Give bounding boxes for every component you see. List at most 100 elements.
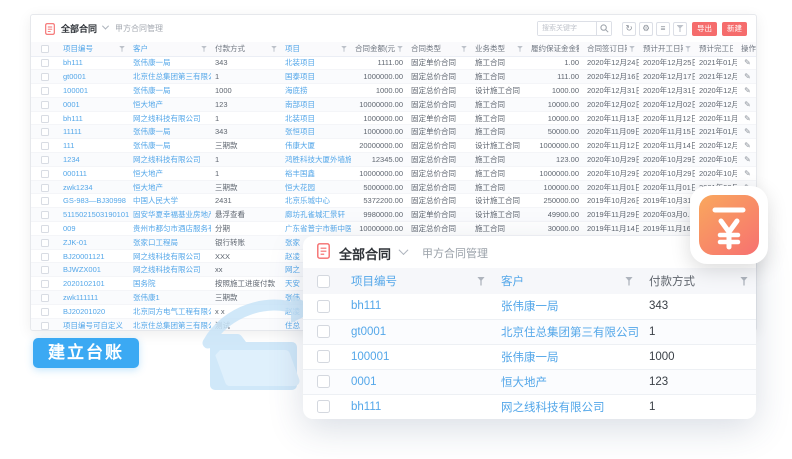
column-header[interactable]: 客户	[501, 273, 625, 289]
table-row[interactable]: 009贵州市都匀市酒店服务有...分期广东省普宁市新中医医院...1000000…	[31, 222, 757, 236]
chevron-down-icon[interactable]	[102, 23, 109, 30]
row-checkbox[interactable]	[41, 239, 49, 247]
row-checkbox[interactable]	[317, 400, 330, 413]
filter-icon[interactable]	[517, 46, 523, 52]
row-checkbox[interactable]	[41, 280, 49, 288]
table-row[interactable]: bh111网之线科技有限公司1	[303, 394, 756, 419]
table-row[interactable]: 0001恒大地产123南部项目10000000.00固定总价合同施工合同1000…	[31, 97, 757, 111]
yen-ledger-icon[interactable]	[699, 195, 759, 255]
chevron-down-icon[interactable]	[399, 245, 409, 255]
table-row[interactable]: 5115021503190101固安华夏幸福基业房地产...悬浮查看廊坊孔雀城汇…	[31, 208, 757, 222]
column-header[interactable]: 合同类型	[411, 43, 459, 54]
row-checkbox[interactable]	[41, 253, 49, 261]
edit-icon[interactable]: ✎	[744, 169, 751, 178]
edit-icon[interactable]: ✎	[744, 58, 751, 67]
edit-icon[interactable]: ✎	[744, 127, 751, 136]
row-checkbox[interactable]	[41, 87, 49, 95]
edit-icon[interactable]: ✎	[744, 141, 751, 150]
table-row[interactable]: 11111张伟康一局343张恒项目1000000.00固定单价合同施工合同500…	[31, 125, 757, 139]
cell: 2019年11月14日	[583, 222, 639, 236]
row-checkbox[interactable]	[41, 308, 49, 316]
row-checkbox[interactable]	[41, 128, 49, 136]
cell: 343	[641, 294, 756, 319]
filter-icon[interactable]	[201, 46, 207, 52]
export-button[interactable]: 导出	[692, 22, 717, 36]
table-row[interactable]: bh111网之线科技有限公司1北装项目1000000.00固定单价合同施工合同1…	[31, 111, 757, 125]
row-checkbox[interactable]	[41, 266, 49, 274]
table-row[interactable]: bh111张伟康一局343	[303, 294, 756, 319]
row-checkbox[interactable]	[41, 294, 49, 302]
column-header[interactable]: 项目	[285, 43, 339, 54]
search-input[interactable]	[538, 22, 596, 35]
row-checkbox[interactable]	[41, 184, 49, 192]
create-button[interactable]: 新建	[722, 22, 747, 36]
column-header[interactable]: 业务类型	[475, 43, 515, 54]
column-header[interactable]: 履约保证金金额(元	[531, 43, 579, 54]
column-header[interactable]: 付款方式	[649, 273, 740, 289]
cell: 2019年10月26日	[583, 194, 639, 208]
table-row[interactable]: 111张伟康一局三期款伟康大厦20000000.00固定总价合同设计施工合同10…	[31, 139, 757, 153]
filter-icon[interactable]	[341, 46, 347, 52]
filter-icon[interactable]	[477, 277, 485, 286]
row-checkbox[interactable]	[41, 211, 49, 219]
cell: 固定总价合同	[407, 222, 471, 236]
column-header[interactable]: 项目编号	[63, 43, 117, 54]
row-checkbox[interactable]	[317, 325, 330, 338]
filter-icon[interactable]	[625, 277, 633, 286]
cell: 5372200.00	[351, 194, 407, 208]
column-header[interactable]: 预计完工日期	[699, 43, 733, 54]
refresh-icon[interactable]: ↻	[622, 22, 636, 36]
list-icon[interactable]: ≡	[656, 22, 670, 36]
filter-icon[interactable]	[673, 22, 687, 36]
table-row[interactable]: 000111恒大地产1裕丰国鑫10000000.00固定总价合同施工合同1000…	[31, 166, 757, 180]
select-all-checkbox[interactable]	[41, 45, 49, 53]
table-row[interactable]: gt0001北京住总集团第三有限公司1	[303, 319, 756, 344]
edit-icon[interactable]: ✎	[744, 72, 751, 81]
table-row[interactable]: gt0001北京住总集团第三有限公司1国泰项目1000000.00固定总价合同施…	[31, 70, 757, 84]
row-checkbox[interactable]	[41, 59, 49, 67]
table-row[interactable]: 100001张伟康一局1000海底捞1000.00固定总价合同设计施工合同100…	[31, 84, 757, 98]
column-header[interactable]: 合同金额(元)	[355, 43, 395, 54]
select-all-checkbox[interactable]	[317, 275, 330, 288]
row-checkbox[interactable]	[41, 322, 49, 330]
table-row[interactable]: zwk1234恒大地产三期款恒大花园5000000.00固定总价合同施工合同10…	[31, 180, 757, 194]
row-checkbox[interactable]	[41, 115, 49, 123]
filter-icon[interactable]	[119, 46, 125, 52]
row-checkbox[interactable]	[41, 170, 49, 178]
row-checkbox[interactable]	[41, 225, 49, 233]
cell: 设计施工合同	[471, 208, 527, 222]
cell: 伟康大厦	[281, 139, 351, 153]
row-checkbox[interactable]	[41, 73, 49, 81]
search-icon[interactable]	[596, 22, 611, 35]
filter-icon[interactable]	[397, 46, 403, 52]
row-checkbox[interactable]	[41, 156, 49, 164]
filter-icon[interactable]	[271, 46, 277, 52]
row-checkbox[interactable]	[41, 142, 49, 150]
row-checkbox[interactable]	[41, 197, 49, 205]
cell: 固定总价合同	[407, 84, 471, 98]
gear-icon[interactable]: ⚙	[639, 22, 653, 36]
table-row[interactable]: GS-983—BJ30998中国人民大学2431北京乐城中心5372200.00…	[31, 194, 757, 208]
column-header[interactable]: 合同签订日期	[587, 43, 627, 54]
column-header[interactable]: 付款方式	[215, 43, 269, 54]
column-header[interactable]: 客户	[133, 43, 199, 54]
edit-icon[interactable]: ✎	[744, 100, 751, 109]
preview-title: 全部合同	[339, 244, 391, 263]
row-checkbox[interactable]	[41, 101, 49, 109]
filter-icon[interactable]	[685, 46, 691, 52]
column-header[interactable]: 预计开工日期	[643, 43, 683, 54]
filter-icon[interactable]	[629, 46, 635, 52]
row-checkbox[interactable]	[317, 375, 330, 388]
table-row[interactable]: 0001恒大地产123	[303, 369, 756, 394]
filter-icon[interactable]	[740, 277, 748, 286]
edit-icon[interactable]: ✎	[744, 86, 751, 95]
row-checkbox[interactable]	[317, 300, 330, 313]
row-checkbox[interactable]	[317, 350, 330, 363]
filter-icon[interactable]	[461, 46, 467, 52]
column-header[interactable]: 项目编号	[351, 273, 477, 289]
edit-icon[interactable]: ✎	[744, 155, 751, 164]
edit-icon[interactable]: ✎	[744, 114, 751, 123]
table-row[interactable]: 100001张伟康一局1000	[303, 344, 756, 369]
table-row[interactable]: bh111张伟康一局343北装项目1111.00固定单价合同施工合同1.0020…	[31, 56, 757, 70]
table-row[interactable]: 1234网之线科技有限公司1鸿胜科技大厦外墙施工项目12345.00固定总价合同…	[31, 153, 757, 167]
